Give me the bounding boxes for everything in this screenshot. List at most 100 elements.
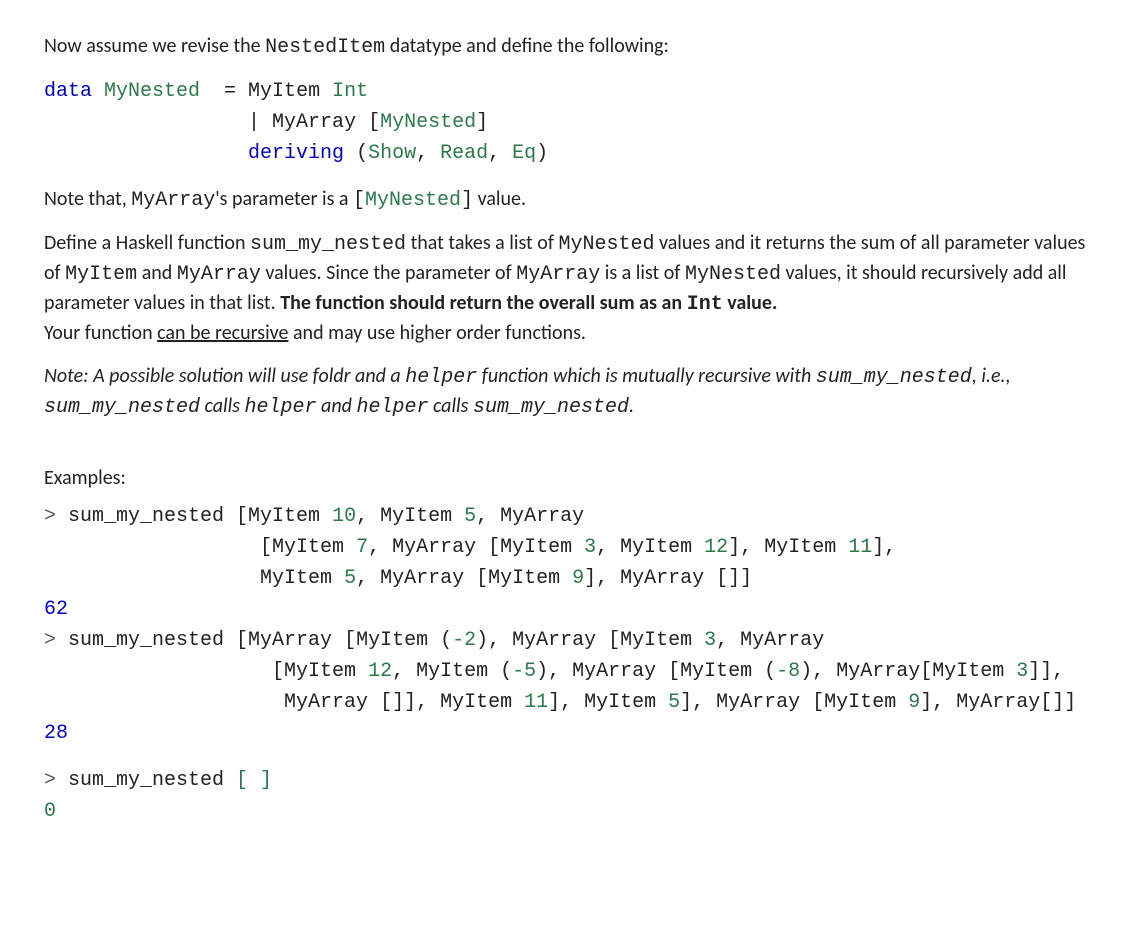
close-bracket: ] xyxy=(476,111,488,134)
ex2-n8: 5 xyxy=(668,691,680,714)
kw-deriving: deriving xyxy=(248,142,344,165)
ex1-l3c: ], MyArray []] xyxy=(584,567,752,590)
ex3-arg: [ ] xyxy=(236,769,272,792)
task-mynested2: MyNested xyxy=(685,263,781,286)
note1-myarray: MyArray xyxy=(131,189,215,212)
note2-smn: sum_my_nested xyxy=(816,366,972,389)
comma2: , xyxy=(488,142,512,165)
example-3: > sum_my_nested [ ] 0 xyxy=(44,765,1091,827)
ex2-n1: -2 xyxy=(452,629,476,652)
intro-code-nesteditem: NestedItem xyxy=(265,36,385,59)
task-fnname: sum_my_nested xyxy=(250,233,406,256)
note2-smn2: sum_my_nested xyxy=(44,396,200,419)
deriving-read: Read xyxy=(440,142,488,165)
ex2-n3: 12 xyxy=(368,660,392,683)
deriving-eq: Eq xyxy=(512,142,536,165)
data-definition-block: data MyNested = MyItem Int | MyArray [My… xyxy=(44,76,1091,169)
eq-myitem: = MyItem xyxy=(200,80,332,103)
ex3-fn: sum_my_nested xyxy=(56,769,236,792)
ex2-l2e: ]], xyxy=(1028,660,1064,683)
intro-paragraph: Now assume we revise the NestedItem data… xyxy=(44,32,1091,62)
ex2-l2b: , MyItem ( xyxy=(392,660,512,683)
intro-text-3: datatype and define the following: xyxy=(385,34,669,58)
intro-text-1: Now assume we revise the xyxy=(44,34,265,58)
examples-label: Examples: xyxy=(44,464,1091,493)
note1-lbracket: [ xyxy=(353,189,365,212)
ex2-n4: -5 xyxy=(512,660,536,683)
ex2-l3c: ], MyArray [MyItem xyxy=(680,691,908,714)
note2-t13: . xyxy=(629,394,634,418)
note2-t11: calls xyxy=(428,394,472,418)
ex1-fn: sum_my_nested xyxy=(56,505,236,528)
ex1-c: , MyArray xyxy=(476,505,584,528)
ex1-l2a: [MyItem xyxy=(260,536,356,559)
ex1-l2e: ], xyxy=(872,536,896,559)
ex2-l3a: MyArray []], MyItem xyxy=(284,691,524,714)
note1-rbracket: ] xyxy=(461,189,473,212)
note1-t7: value. xyxy=(473,187,526,211)
task-p1g: and xyxy=(137,261,177,285)
ex1-n6: 11 xyxy=(848,536,872,559)
ex1-result: 62 xyxy=(44,598,68,621)
ex2-a: [MyArray [MyItem ( xyxy=(236,629,452,652)
pipe-myarray: | MyArray [ xyxy=(248,111,380,134)
note2-smn3: sum_my_nested xyxy=(473,396,629,419)
note2-t1: Note: A possible solution will use foldr… xyxy=(44,364,405,388)
note2-t7: calls xyxy=(200,394,244,418)
note2-helper: helper xyxy=(405,366,477,389)
ex1-a: [MyItem xyxy=(236,505,332,528)
ex1-l2b: , MyArray [MyItem xyxy=(368,536,584,559)
deriving-show: Show xyxy=(368,142,416,165)
task-mynested: MyNested xyxy=(558,233,654,256)
task-p1k: is a list of xyxy=(600,261,685,285)
type-int: Int xyxy=(332,80,368,103)
task-description: Define a Haskell function sum_my_nested … xyxy=(44,229,1091,348)
ex1-b: , MyItem xyxy=(356,505,464,528)
ex1-n3: 7 xyxy=(356,536,368,559)
note1-t3: 's parameter is a xyxy=(215,187,353,211)
ex2-l2c: ), MyArray [MyItem ( xyxy=(536,660,776,683)
task-can-be-recursive: can be recursive xyxy=(157,321,288,345)
task-p1c: that takes a list of xyxy=(406,231,558,255)
ex1-n8: 9 xyxy=(572,567,584,590)
task-p1i: values. Since the parameter of xyxy=(261,261,516,285)
ex2-l3b: ], MyItem xyxy=(548,691,668,714)
ex1-l3b: , MyArray [MyItem xyxy=(356,567,572,590)
ex2-n9: 9 xyxy=(908,691,920,714)
deriving-open: ( xyxy=(344,142,368,165)
note2-helper2: helper xyxy=(245,396,317,419)
ex1-n1: 10 xyxy=(332,505,356,528)
example-1: > sum_my_nested [MyItem 10, MyItem 5, My… xyxy=(44,501,1091,749)
note2-helper3: helper xyxy=(356,396,428,419)
note1-t1: Note that, xyxy=(44,187,131,211)
ex2-l3d: ], MyArray[]] xyxy=(920,691,1076,714)
task-p1a: Define a Haskell function xyxy=(44,231,250,255)
task-bold-int: Int xyxy=(687,293,723,316)
ex2-c: , MyArray xyxy=(716,629,824,652)
ex2-l2a: [MyItem xyxy=(272,660,368,683)
type-mynested: MyNested xyxy=(104,80,200,103)
kw-data: data xyxy=(44,80,92,103)
task-myitem: MyItem xyxy=(65,263,137,286)
task-bold1: The function should return the overall s… xyxy=(280,291,687,315)
note-solution-hint: Note: A possible solution will use foldr… xyxy=(44,362,1091,422)
ex1-n4: 3 xyxy=(584,536,596,559)
ex1-l2d: ], MyItem xyxy=(728,536,848,559)
ex2-l2d: ), MyArray[MyItem xyxy=(800,660,1016,683)
ex1-n5: 12 xyxy=(704,536,728,559)
type-mynested-2: MyNested xyxy=(380,111,476,134)
task-p2a: Your function xyxy=(44,321,157,345)
ex1-l2c: , MyItem xyxy=(596,536,704,559)
note2-t3: function which is mutually recursive wit… xyxy=(477,364,816,388)
task-myarray2: MyArray xyxy=(516,263,600,286)
ex2-n7: 11 xyxy=(524,691,548,714)
ex2-b: ), MyArray [MyItem xyxy=(476,629,704,652)
ex1-n2: 5 xyxy=(464,505,476,528)
task-myarray: MyArray xyxy=(177,263,261,286)
ex2-n2: 3 xyxy=(704,629,716,652)
task-bold3: value. xyxy=(723,291,778,315)
ex2-fn: sum_my_nested xyxy=(56,629,236,652)
task-p2c: and may use higher order functions. xyxy=(288,321,586,345)
ex1-n7: 5 xyxy=(344,567,356,590)
deriving-close: ) xyxy=(536,142,548,165)
